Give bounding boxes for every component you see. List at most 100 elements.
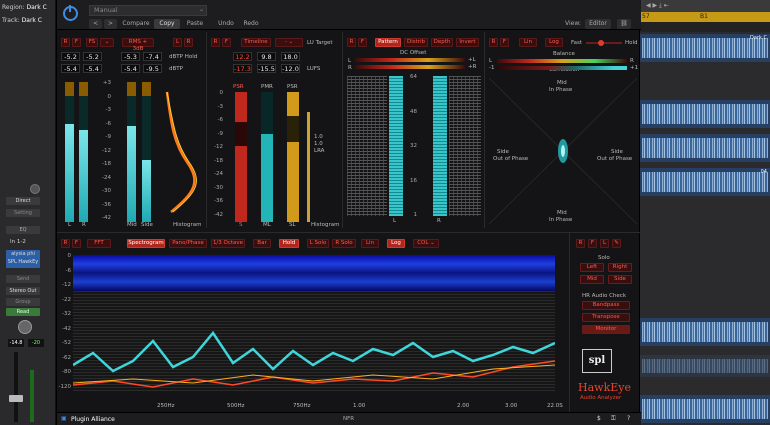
scale-tick: -3 bbox=[217, 103, 223, 110]
lu-target-select[interactable]: - ⌄ bbox=[275, 38, 303, 47]
pano-phase-button[interactable]: Pano/Phase bbox=[169, 239, 207, 248]
next-preset-button[interactable]: > bbox=[104, 19, 117, 29]
freeze-button[interactable]: F bbox=[500, 38, 509, 47]
left-button[interactable]: L bbox=[600, 239, 609, 248]
transport-icons[interactable]: ◀ ▶ ⤓ ⇤ bbox=[646, 2, 669, 10]
timeline-ruler[interactable]: 57 B1 bbox=[640, 12, 770, 22]
balance-r-label: R bbox=[630, 58, 634, 64]
key-icon[interactable]: ⚿ bbox=[611, 415, 616, 423]
spectrum-x-tick: 250Hz bbox=[157, 403, 175, 409]
ruler-lower bbox=[640, 22, 770, 32]
invert-button[interactable]: Invert bbox=[456, 38, 479, 47]
speed-slider[interactable] bbox=[586, 40, 622, 46]
depth-button[interactable]: Depth bbox=[431, 38, 453, 47]
scale-tick: -80 bbox=[62, 369, 71, 375]
log-button[interactable]: Log bbox=[545, 38, 563, 47]
waveform bbox=[642, 399, 768, 419]
eq-button[interactable]: EQ bbox=[6, 226, 40, 234]
input-knob[interactable] bbox=[30, 184, 40, 194]
reset-button[interactable]: R bbox=[576, 239, 585, 248]
plugin-slot[interactable]: alysia phi SPL HawkEy bbox=[6, 250, 40, 268]
lin-button[interactable]: Lin bbox=[361, 239, 379, 248]
audio-region[interactable] bbox=[640, 100, 770, 128]
fft-button[interactable]: FFT bbox=[87, 239, 111, 248]
spectrogram-button[interactable]: Spectrogram bbox=[127, 239, 165, 248]
link-icon[interactable]: ⛓ bbox=[617, 19, 631, 29]
pin-icon[interactable]: ✎ bbox=[612, 239, 621, 248]
direct-button[interactable]: Direct bbox=[6, 197, 40, 205]
solo-side-button[interactable]: Side bbox=[608, 275, 632, 284]
pan-knob[interactable] bbox=[18, 320, 32, 334]
scale-tick: 32 bbox=[410, 143, 417, 149]
solo-mid-button[interactable]: Mid bbox=[580, 275, 604, 284]
solo-left-button[interactable]: Left bbox=[580, 263, 604, 272]
freeze-button[interactable]: F bbox=[72, 239, 81, 248]
distrib-button[interactable]: Distrib bbox=[404, 38, 428, 47]
waveform bbox=[642, 138, 768, 158]
scale-tick: -62 bbox=[62, 354, 71, 361]
freeze-button[interactable]: F bbox=[358, 38, 367, 47]
copy-button[interactable]: Copy bbox=[154, 19, 180, 29]
freeze-button[interactable]: F bbox=[72, 38, 81, 47]
pattern-button[interactable]: Pattern bbox=[375, 38, 401, 47]
transpose-button[interactable]: Transpose bbox=[582, 313, 630, 322]
tp-r-value: -5.4 bbox=[83, 64, 102, 73]
reset-button[interactable]: R bbox=[61, 239, 70, 248]
rms-button[interactable]: RMS + 3dB bbox=[122, 38, 154, 52]
monitor-button[interactable]: Monitor bbox=[582, 325, 630, 334]
third-octave-button[interactable]: 1/3 Octave bbox=[211, 239, 245, 248]
right-button[interactable]: R bbox=[184, 38, 193, 47]
fs-chevron-icon[interactable]: ⌄ bbox=[100, 38, 114, 47]
reset-button[interactable]: R bbox=[347, 38, 356, 47]
out-of-phase-right-label: Out of Phase bbox=[597, 156, 633, 162]
log-button[interactable]: Log bbox=[387, 239, 405, 248]
preset-select[interactable]: Manual bbox=[89, 5, 207, 16]
solo-right-button[interactable]: Right bbox=[608, 263, 632, 272]
audio-region[interactable] bbox=[640, 395, 770, 423]
bandpass-button[interactable]: Bandpass bbox=[582, 301, 630, 310]
audio-region[interactable]: 04 bbox=[640, 168, 770, 196]
left-button[interactable]: L bbox=[173, 38, 182, 47]
freeze-button[interactable]: F bbox=[588, 239, 597, 248]
automation-read-button[interactable]: Read bbox=[6, 308, 40, 316]
setting-button[interactable]: Setting bbox=[6, 209, 40, 217]
l-solo-button[interactable]: L Solo bbox=[307, 239, 329, 248]
reset-button[interactable]: R bbox=[211, 38, 220, 47]
help-icon[interactable]: ? bbox=[627, 415, 630, 422]
hold-button[interactable]: Hold bbox=[279, 239, 299, 248]
audio-region[interactable] bbox=[640, 355, 770, 377]
pan-readout: -20 bbox=[28, 339, 44, 347]
meter-l-label: L bbox=[68, 222, 72, 228]
spectrum-x-tick: 22.0S bbox=[547, 403, 563, 409]
paste-button[interactable]: Paste bbox=[183, 19, 207, 29]
send-button[interactable]: Send bbox=[6, 275, 40, 283]
view-select[interactable]: Editor bbox=[585, 19, 611, 29]
redo-button[interactable]: Redo bbox=[240, 19, 262, 29]
fader-track bbox=[14, 352, 18, 422]
hawkeye-title: HawkEye bbox=[578, 381, 631, 394]
reset-button[interactable]: R bbox=[489, 38, 498, 47]
power-icon[interactable] bbox=[63, 5, 78, 21]
output-button[interactable]: Stereo Out bbox=[6, 287, 40, 295]
audio-region[interactable]: Dark C bbox=[640, 34, 770, 62]
r-solo-button[interactable]: R Solo bbox=[332, 239, 356, 248]
fs-button[interactable]: FS bbox=[86, 38, 98, 47]
bit-pattern-l bbox=[347, 76, 387, 216]
reset-button[interactable]: R bbox=[61, 38, 70, 47]
bar-button[interactable]: Bar bbox=[253, 239, 271, 248]
in-phase-top-label: In Phase bbox=[549, 87, 573, 93]
group-button[interactable]: Group bbox=[6, 298, 40, 306]
fader-handle[interactable] bbox=[9, 395, 23, 402]
audio-region[interactable] bbox=[640, 318, 770, 346]
color-select[interactable]: COL ⌄ bbox=[413, 239, 439, 248]
freeze-button[interactable]: F bbox=[222, 38, 231, 47]
momentary-bar bbox=[261, 92, 273, 222]
prev-preset-button[interactable]: < bbox=[89, 19, 102, 29]
timeline-button[interactable]: Timeline bbox=[241, 38, 271, 47]
audio-region[interactable] bbox=[640, 134, 770, 162]
undo-button[interactable]: Undo bbox=[215, 19, 237, 29]
compare-button[interactable]: Compare bbox=[121, 19, 151, 29]
currency-icon[interactable]: $ bbox=[597, 415, 601, 422]
lin-button[interactable]: Lin bbox=[519, 38, 537, 47]
side-right-label: Side bbox=[611, 149, 623, 155]
